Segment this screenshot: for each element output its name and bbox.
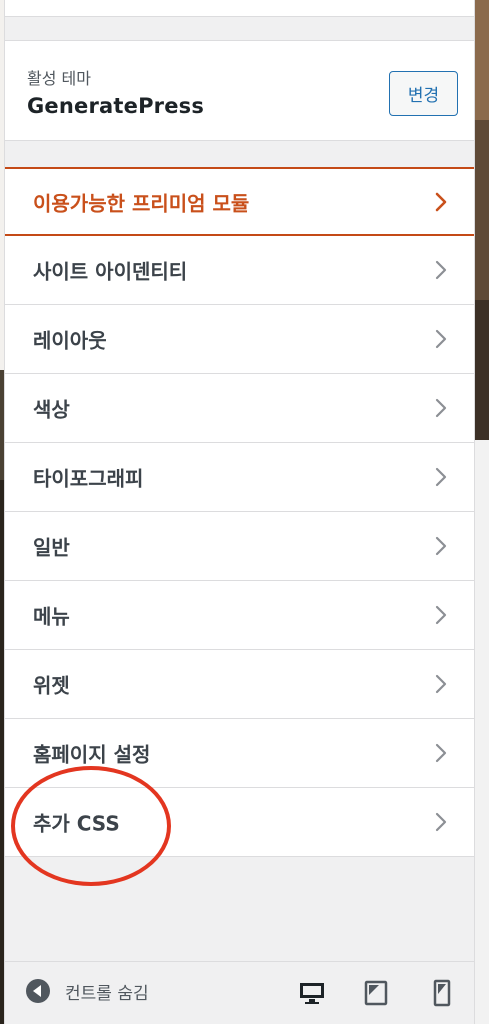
change-theme-button[interactable]: 변경 [389, 71, 458, 116]
customizer-menu: 이용가능한 프리미엄 모듈 사이트 아이덴티티 레이아웃 색상 타이포그래피 일… [5, 167, 474, 857]
annotation-circle [11, 766, 171, 886]
menu-item-label: 사이트 아이덴티티 [33, 259, 188, 284]
menu-item-label: 일반 [33, 535, 70, 560]
menu-item-label: 위젯 [33, 673, 70, 698]
site-preview-right-edge [473, 0, 489, 1024]
menu-item-label: 레이아웃 [33, 328, 107, 353]
menu-item-label: 타이포그래피 [33, 466, 144, 491]
menu-item-site-identity[interactable]: 사이트 아이덴티티 [5, 236, 474, 305]
desktop-icon[interactable] [297, 978, 327, 1008]
menu-item-label: 색상 [33, 397, 70, 422]
collapse-arrow-icon [26, 979, 50, 1003]
chevron-right-icon [435, 260, 447, 280]
menu-item-label: 메뉴 [33, 604, 70, 629]
menu-item-general[interactable]: 일반 [5, 512, 474, 581]
active-theme-section: 활성 테마 GeneratePress 변경 [5, 40, 474, 141]
menu-item-label: 홈페이지 설정 [33, 742, 151, 767]
customizer-footer: 컨트롤 숨김 [5, 961, 474, 1024]
menu-item-colors[interactable]: 색상 [5, 374, 474, 443]
chevron-right-icon [435, 674, 447, 694]
mobile-icon[interactable] [427, 978, 457, 1008]
chevron-right-icon [435, 467, 447, 487]
panel-top-strip [5, 0, 474, 17]
menu-item-layout[interactable]: 레이아웃 [5, 305, 474, 374]
active-theme-name: GeneratePress [27, 94, 205, 118]
active-theme-label: 활성 테마 [27, 69, 91, 88]
chevron-right-icon [435, 398, 447, 418]
tablet-icon[interactable] [361, 978, 391, 1008]
menu-item-premium-modules[interactable]: 이용가능한 프리미엄 모듈 [5, 167, 474, 236]
menu-item-menus[interactable]: 메뉴 [5, 581, 474, 650]
chevron-right-icon [435, 743, 447, 763]
hide-controls-label: 컨트롤 숨김 [65, 983, 149, 1004]
hide-controls-button[interactable]: 컨트롤 숨김 [25, 978, 149, 1004]
chevron-right-icon [435, 192, 447, 211]
chevron-right-icon [435, 329, 447, 349]
menu-item-label: 이용가능한 프리미엄 모듈 [33, 191, 250, 215]
menu-item-widgets[interactable]: 위젯 [5, 650, 474, 719]
chevron-right-icon [435, 812, 447, 832]
menu-item-typography[interactable]: 타이포그래피 [5, 443, 474, 512]
chevron-right-icon [435, 605, 447, 625]
customizer-panel: 활성 테마 GeneratePress 변경 이용가능한 프리미엄 모듈 사이트… [4, 0, 475, 1024]
chevron-right-icon [435, 536, 447, 556]
